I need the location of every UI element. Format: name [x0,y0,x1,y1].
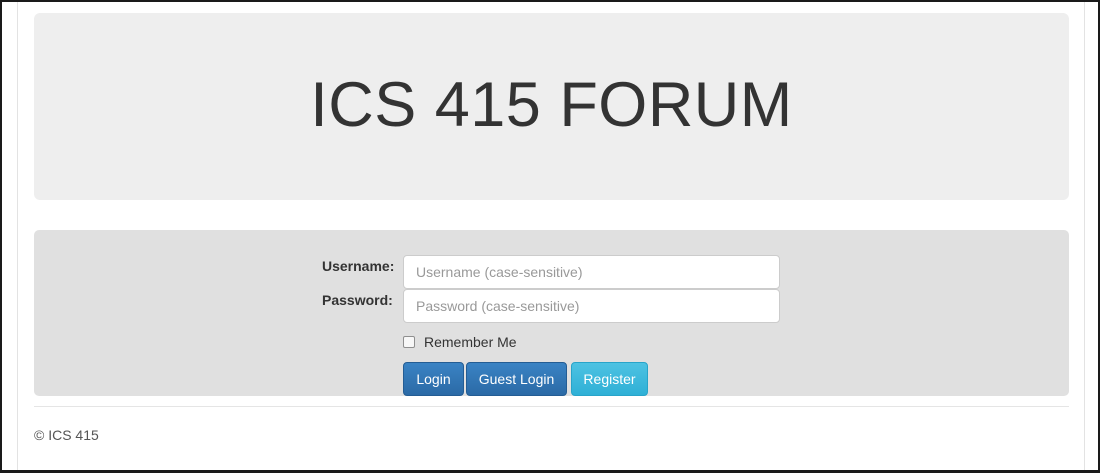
header-banner: ICS 415 FORUM [34,13,1069,200]
footer-divider [34,406,1069,407]
remember-me-row[interactable]: Remember Me [403,334,517,350]
remember-me-label: Remember Me [424,334,517,350]
remember-me-checkbox[interactable] [403,336,415,348]
guest-login-button[interactable]: Guest Login [466,362,567,396]
password-label: Password: [322,292,393,308]
password-input[interactable] [403,289,780,323]
username-input[interactable] [403,255,780,289]
login-panel: Username: Password: Remember Me Login Gu… [34,230,1069,396]
register-button[interactable]: Register [571,362,648,396]
footer-copyright: © ICS 415 [34,427,99,443]
username-label: Username: [322,258,395,274]
login-button[interactable]: Login [403,362,464,396]
page-title: ICS 415 FORUM [310,69,793,140]
